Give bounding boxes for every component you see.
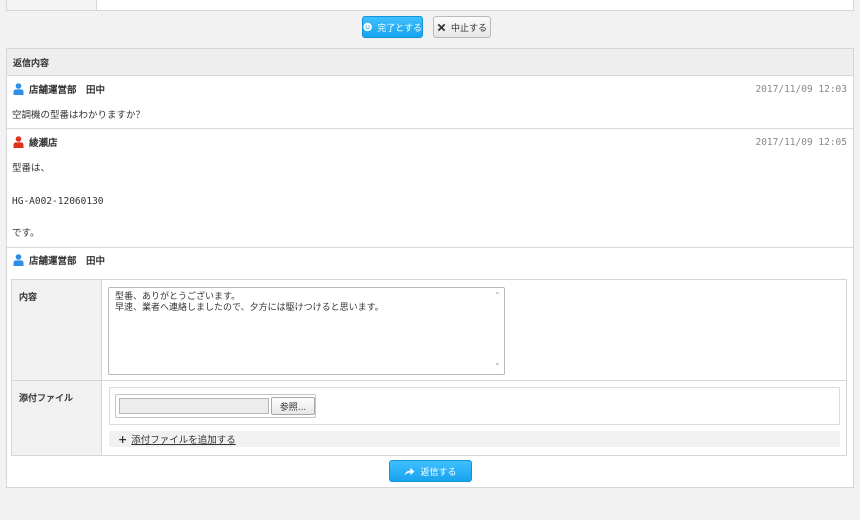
add-attachment-row: + 添付ファイルを追加する xyxy=(109,431,840,447)
content-textarea[interactable]: 型番、ありがとうございます。 早速、業者へ連絡しましたので、夕方には駆けつけると… xyxy=(108,287,505,375)
add-attachment-link[interactable]: 添付ファイルを追加する xyxy=(131,432,236,446)
attachment-box: 参照... xyxy=(109,387,840,425)
previous-section-edge xyxy=(6,0,854,11)
reply-form: 内容 型番、ありがとうございます。 早速、業者へ連絡しましたので、夕方には駆けつ… xyxy=(11,279,847,456)
user-icon xyxy=(13,254,24,266)
file-name-field[interactable] xyxy=(119,398,269,414)
submit-reply-label: 返信する xyxy=(420,467,457,478)
complete-button-label: 完了とする xyxy=(377,23,422,34)
content-text: 型番、ありがとうございます。 早速、業者へ連絡しましたので、夕方には駆けつけると… xyxy=(115,292,384,313)
message-text: 空調機の型番はわかりますか？ xyxy=(12,110,146,121)
smile-icon xyxy=(363,22,372,32)
close-icon xyxy=(437,23,446,31)
message-timestamp: 2017/11/09 12:05 xyxy=(755,137,847,148)
scroll-down-icon[interactable]: ⌄ xyxy=(494,358,501,367)
message-text-line: HG-A002-12060130 xyxy=(12,196,104,207)
message-author-name: 綾瀬店 xyxy=(29,138,58,149)
complete-button[interactable]: 完了とする xyxy=(362,16,423,38)
message-author-name: 店舗運営部 田中 xyxy=(29,85,106,96)
message-author: 店舗運営部 田中 xyxy=(13,82,105,96)
reply-arrow-icon xyxy=(405,467,415,476)
user-icon xyxy=(13,83,24,95)
message-author: 綾瀬店 xyxy=(13,135,58,149)
message-text-line: です。 xyxy=(12,228,40,239)
previous-section-label-cell xyxy=(7,0,97,10)
message-item: 店舗運営部 田中 2017/11/09 12:03 空調機の型番はわかりますか？ xyxy=(7,77,853,129)
user-icon xyxy=(13,136,24,148)
reply-author-name: 店舗運営部 田中 xyxy=(29,256,106,267)
browse-button[interactable]: 参照... xyxy=(271,397,315,415)
abort-button-label: 中止する xyxy=(450,23,487,34)
message-timestamp: 2017/11/09 12:03 xyxy=(755,84,847,95)
row-divider xyxy=(12,380,846,381)
plus-icon[interactable]: + xyxy=(118,433,127,446)
reply-author: 店舗運営部 田中 xyxy=(13,253,105,267)
scroll-up-icon[interactable]: ⌃ xyxy=(494,291,501,300)
file-input[interactable]: 参照... xyxy=(115,394,316,418)
reply-panel: 返信内容 店舗運営部 田中 2017/11/09 12:03 空調機の型番はわか… xyxy=(6,48,854,488)
textarea-scrollbar[interactable]: ⌃ ⌄ xyxy=(492,288,504,374)
message-text-line: 型番は、 xyxy=(12,163,51,174)
reply-panel-header: 返信内容 xyxy=(7,49,853,76)
message-item: 綾瀬店 2017/11/09 12:05 型番は、 HG-A002-120601… xyxy=(7,130,853,248)
content-label: 内容 xyxy=(12,280,102,380)
abort-button[interactable]: 中止する xyxy=(433,16,491,38)
submit-reply-button[interactable]: 返信する xyxy=(389,460,472,482)
attachment-label: 添付ファイル xyxy=(12,381,102,455)
